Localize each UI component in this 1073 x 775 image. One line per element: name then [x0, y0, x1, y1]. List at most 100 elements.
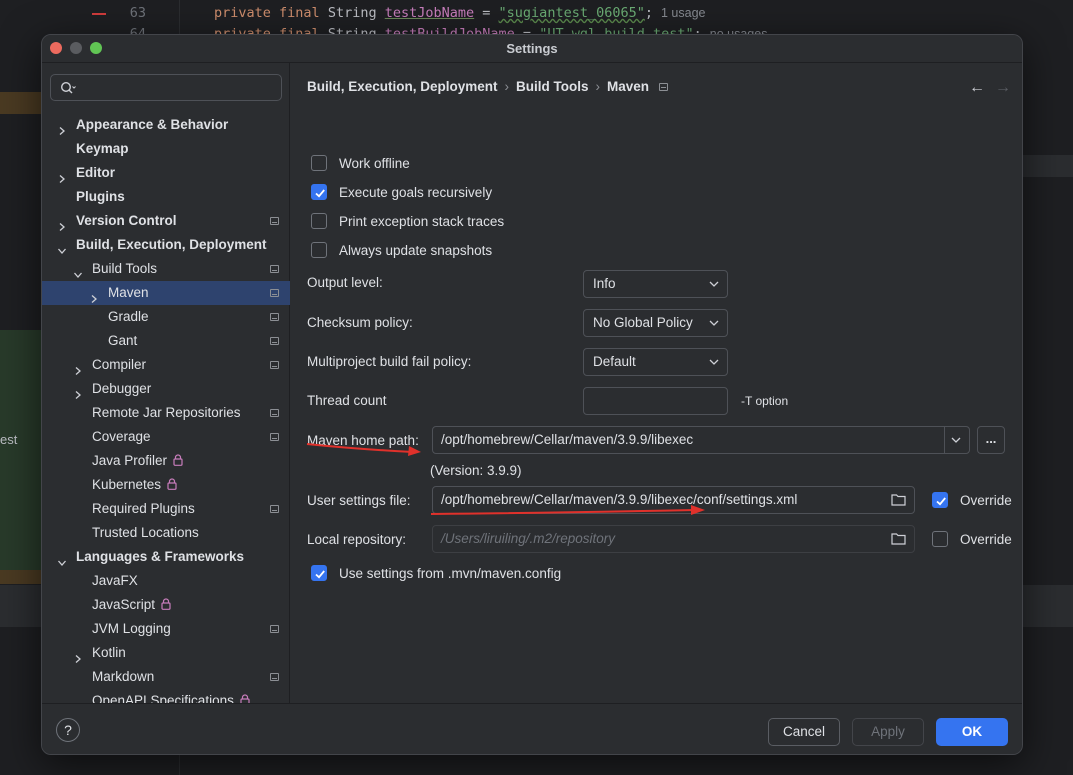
chevron-down-icon[interactable]	[57, 552, 67, 566]
project-level-icon	[270, 505, 279, 513]
title-bar[interactable]: Settings	[42, 35, 1022, 63]
cancel-button[interactable]: Cancel	[768, 718, 840, 746]
sidebar-item-build-execution-deployment[interactable]: Build, Execution, Deployment	[42, 233, 290, 257]
sidebar-item-label: Build Tools	[92, 261, 158, 276]
lock-icon	[173, 454, 183, 466]
checksum-policy-label: Checksum policy:	[307, 315, 413, 330]
browse-maven-home-button[interactable]: ...	[977, 426, 1005, 454]
checkmark-icon	[315, 189, 325, 198]
project-level-icon	[270, 217, 279, 225]
sidebar-item-required-plugins[interactable]: Required Plugins	[42, 497, 290, 521]
checksum-policy-select[interactable]: No Global Policy	[583, 309, 728, 337]
maven-home-combo[interactable]: /opt/homebrew/Cellar/maven/3.9.9/libexec	[432, 426, 970, 454]
checkbox-box[interactable]	[311, 213, 327, 229]
project-level-icon	[270, 625, 279, 633]
project-level-icon	[270, 673, 279, 681]
fail-policy-select[interactable]: Default	[583, 348, 728, 376]
help-button[interactable]: ?	[56, 718, 80, 742]
checkmark-icon	[936, 497, 946, 506]
checkbox-box[interactable]	[311, 242, 327, 258]
dialog-title: Settings	[506, 41, 558, 56]
sidebar-item-editor[interactable]: Editor	[42, 161, 290, 185]
sidebar-item-jvm-logging[interactable]: JVM Logging	[42, 617, 290, 641]
sidebar-item-label: Gradle	[108, 309, 149, 324]
maven-settings-panel: Build, Execution, Deployment › Build Tools…	[291, 63, 1022, 703]
sidebar-item-gant[interactable]: Gant	[42, 329, 290, 353]
sidebar-item-javascript[interactable]: JavaScript	[42, 593, 290, 617]
sidebar-item-label: Markdown	[92, 669, 155, 684]
chevron-down-icon[interactable]	[951, 436, 961, 444]
breadcrumb-item[interactable]: Build Tools	[516, 79, 589, 94]
settings-dialog: Settings Appearance & Behavior Keymap Edit…	[41, 34, 1023, 755]
sidebar-item-build-tools[interactable]: Build Tools	[42, 257, 290, 281]
chevron-right-icon[interactable]	[57, 120, 67, 135]
project-level-icon	[270, 337, 279, 345]
project-level-icon	[270, 265, 279, 273]
sidebar-item-compiler[interactable]: Compiler	[42, 353, 290, 377]
user-settings-label: User settings file:	[307, 493, 411, 508]
chevron-right-icon[interactable]	[73, 384, 83, 399]
output-level-label: Output level:	[307, 275, 383, 290]
local-repository-input[interactable]: /Users/liruiling/.m2/repository	[432, 525, 915, 553]
breadcrumb-item[interactable]: Build, Execution, Deployment	[307, 79, 498, 94]
chevron-right-icon[interactable]	[57, 216, 67, 231]
sidebar-item-label: Appearance & Behavior	[76, 117, 229, 132]
project-level-icon	[270, 289, 279, 297]
sidebar-item-label: Java Profiler	[92, 449, 183, 473]
red-annotation-arrow	[430, 505, 705, 515]
lock-icon	[161, 598, 171, 610]
chevron-right-icon[interactable]	[57, 168, 67, 183]
sidebar-item-label: Gant	[108, 333, 138, 348]
breadcrumb-item: Maven	[607, 79, 650, 94]
checkbox-box[interactable]	[311, 155, 327, 171]
project-level-icon	[270, 361, 279, 369]
chevron-down-icon[interactable]	[57, 240, 67, 254]
checkbox-box[interactable]	[932, 531, 948, 547]
local-repository-label: Local repository:	[307, 532, 407, 547]
chevron-right-icon[interactable]	[89, 288, 99, 303]
forward-arrow-icon[interactable]: →	[995, 79, 1011, 97]
red-annotation-arrow	[306, 443, 421, 456]
sidebar-item-debugger[interactable]: Debugger	[42, 377, 290, 401]
checkbox-box[interactable]	[932, 492, 948, 508]
ok-button[interactable]: OK	[936, 718, 1008, 746]
chevron-right-icon[interactable]	[73, 360, 83, 375]
sidebar-item-kotlin[interactable]: Kotlin	[42, 641, 290, 665]
sidebar-item-appearance-behavior[interactable]: Appearance & Behavior	[42, 113, 290, 137]
project-level-icon	[270, 433, 279, 441]
checkbox-box[interactable]	[311, 184, 327, 200]
sidebar-item-markdown[interactable]: Markdown	[42, 665, 290, 689]
settings-search-input[interactable]	[50, 74, 282, 101]
sidebar-item-label: Compiler	[92, 357, 147, 372]
project-level-icon	[270, 313, 279, 321]
folder-icon[interactable]	[891, 532, 906, 545]
sidebar-item-plugins[interactable]: Plugins	[42, 185, 290, 209]
sidebar-item-remote-jar-repositories[interactable]: Remote Jar Repositories	[42, 401, 290, 425]
sidebar-item-maven[interactable]: Maven	[42, 281, 290, 305]
sidebar-item-java-profiler[interactable]: Java Profiler	[42, 449, 290, 473]
sidebar-item-label: Version Control	[76, 213, 177, 228]
sidebar-item-keymap[interactable]: Keymap	[42, 137, 290, 161]
maven-version-label: (Version: 3.9.9)	[430, 463, 522, 478]
sidebar-item-languages-frameworks[interactable]: Languages & Frameworks	[42, 545, 290, 569]
sidebar-item-label: Maven	[108, 285, 149, 300]
sidebar-item-trusted-locations[interactable]: Trusted Locations	[42, 521, 290, 545]
sidebar-item-gradle[interactable]: Gradle	[42, 305, 290, 329]
chevron-down-icon[interactable]	[73, 264, 83, 278]
folder-icon[interactable]	[891, 493, 906, 506]
chevron-right-icon[interactable]	[73, 648, 83, 663]
sidebar-item-label: Keymap	[76, 141, 129, 156]
output-level-select[interactable]: Info	[583, 270, 728, 298]
settings-sidebar: Appearance & Behavior Keymap Editor Plugins…	[42, 63, 290, 708]
sidebar-item-label: JavaFX	[92, 573, 138, 588]
apply-button[interactable]: Apply	[852, 718, 924, 746]
back-arrow-icon[interactable]: ←	[969, 79, 985, 97]
sidebar-item-version-control[interactable]: Version Control	[42, 209, 290, 233]
sidebar-item-kubernetes[interactable]: Kubernetes	[42, 473, 290, 497]
chevron-down-icon	[709, 281, 719, 287]
sidebar-item-coverage[interactable]: Coverage	[42, 425, 290, 449]
thread-count-input[interactable]	[583, 387, 728, 415]
checkbox-box[interactable]	[311, 565, 327, 581]
sidebar-item-label: Plugins	[76, 189, 125, 204]
sidebar-item-javafx[interactable]: JavaFX	[42, 569, 290, 593]
